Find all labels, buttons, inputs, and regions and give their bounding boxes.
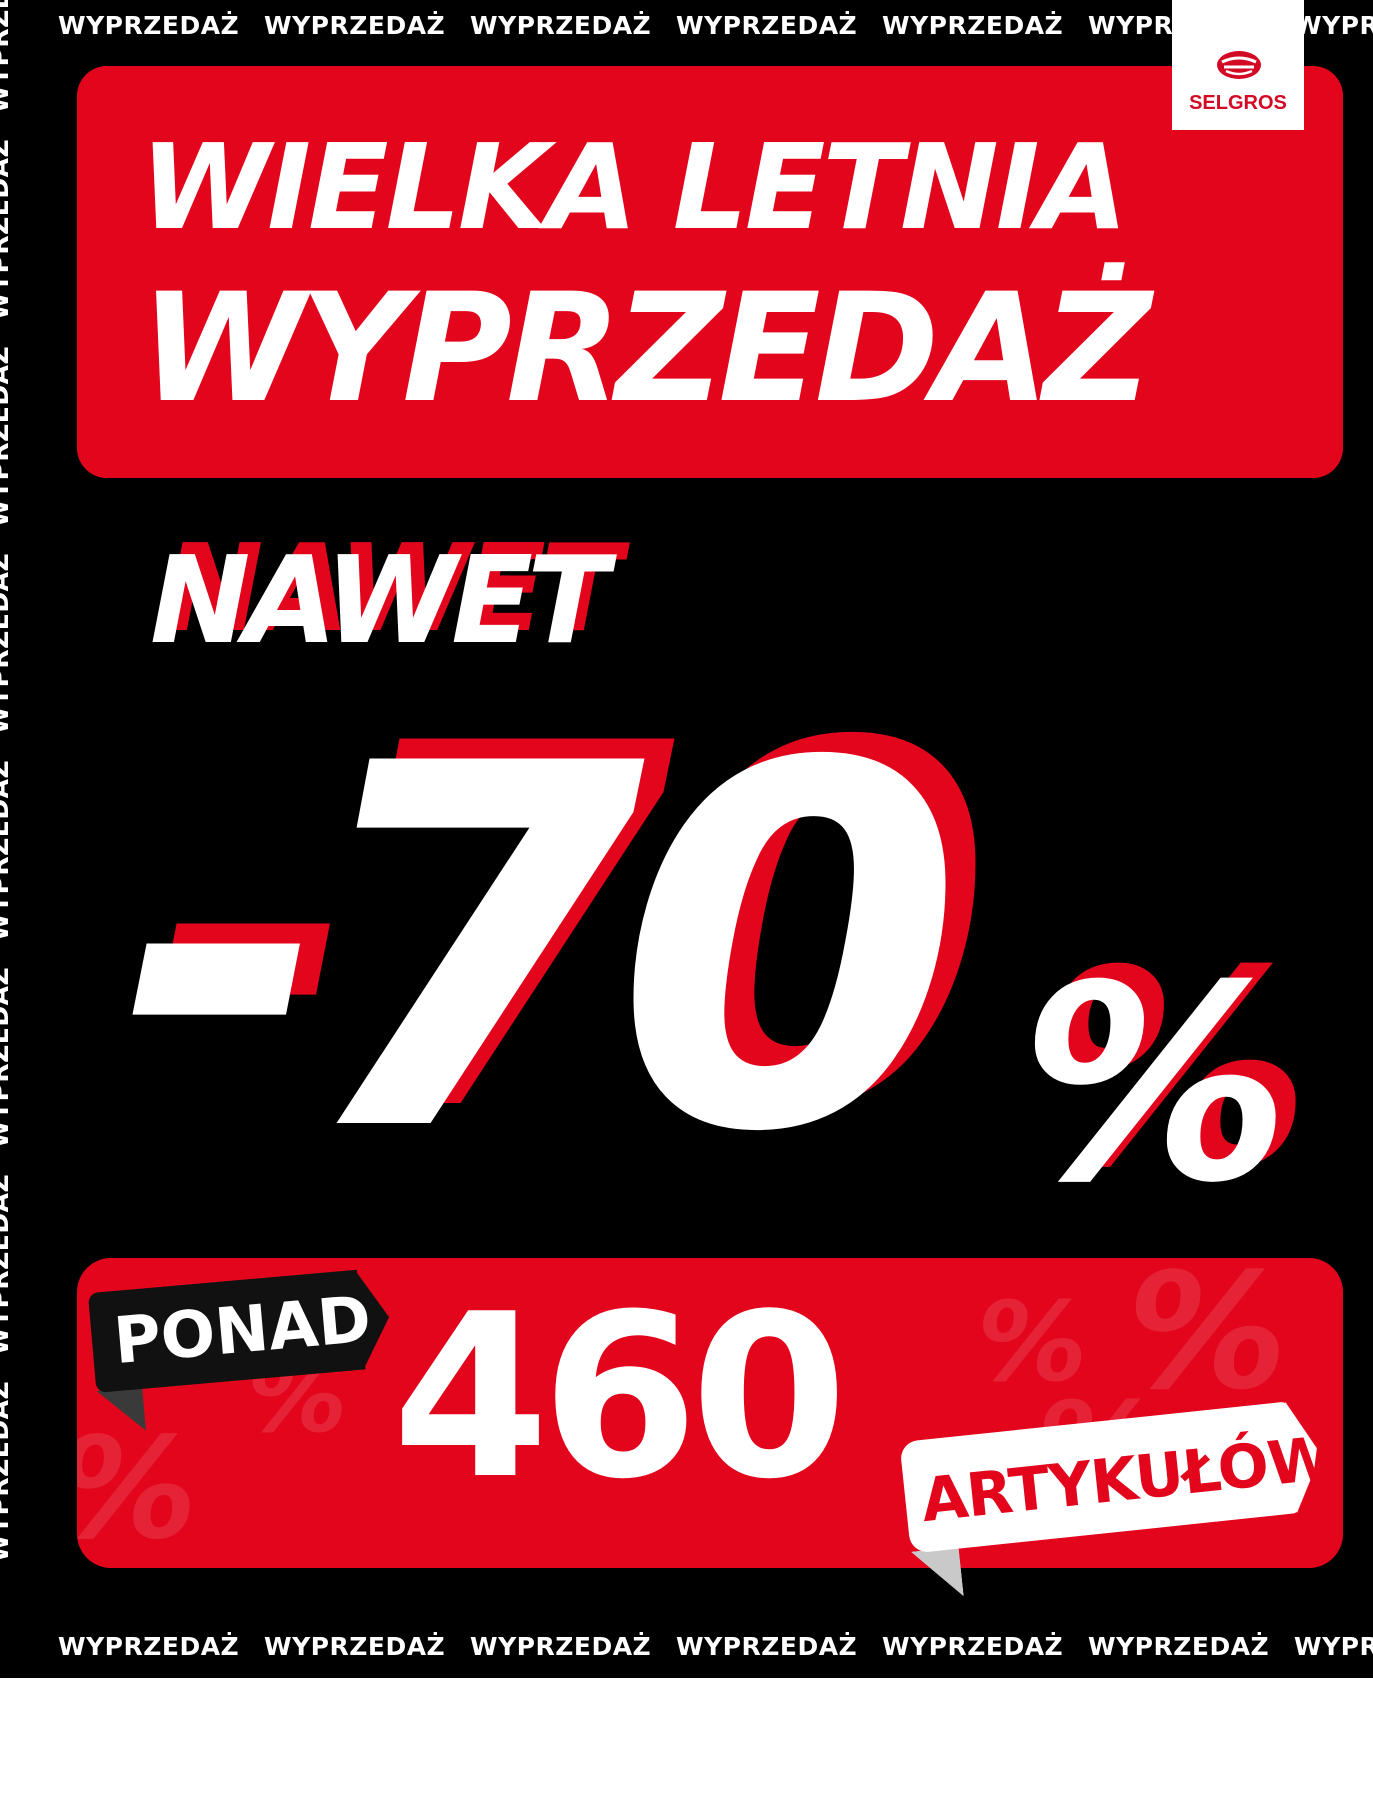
discount-value: -70: [120, 659, 963, 1241]
strip-text: WYPRZEDAŻ: [470, 11, 652, 40]
headline-line-1: WIELKA LETNIA: [140, 118, 1128, 256]
strip-text: WYPRZEDAŻ: [1294, 11, 1373, 40]
strip-text: WYPRZEDAŻ: [58, 1632, 240, 1661]
bottom-sale-strip: WYPRZEDAŻ WYPRZEDAŻ WYPRZEDAŻ WYPRZEDAŻ WYPR…: [58, 1632, 1373, 1661]
strip-text: WYPRZEDAŻ: [58, 11, 240, 40]
selgros-logo: SELGROS: [1172, 0, 1304, 130]
percent-sign: %: [1020, 927, 1291, 1242]
strip-text: WYPRZEDAŻ: [264, 11, 446, 40]
strip-text: WYPRZEDAŻ: [0, 345, 14, 528]
tag-fold: [911, 1547, 964, 1602]
strip-text: WYPRZEDAŻ: [0, 1173, 14, 1356]
strip-text: WYPRZEDAŻ: [0, 1380, 14, 1563]
sale-poster: WYPRZEDAŻ WYPRZEDAŻ WYPRZEDAŻ WYPRZEDAŻ WYPR…: [0, 0, 1373, 1678]
strip-text: WYPRZEDAŻ: [0, 966, 14, 1149]
left-sale-strip: WYPRZEDAŻ WYPRZEDAŻ WYPRZEDAŻ WYPRZEDAŻ WYPR…: [0, 0, 15, 1575]
strip-text: WYPRZEDAŻ: [0, 0, 14, 114]
strip-text: WYPRZEDAŻ: [676, 1632, 858, 1661]
strip-text: WYPRZEDAŻ: [0, 138, 14, 321]
strip-text: WYPRZEDAŻ: [1294, 1632, 1373, 1661]
strip-text: WYPRZEDAŻ: [264, 1632, 446, 1661]
strip-text: WYPRZEDAŻ: [676, 11, 858, 40]
selgros-fork-logo-icon: [1217, 51, 1261, 79]
logo-brand-text: SELGROS: [1189, 92, 1287, 114]
strip-text: WYPRZEDAŻ: [0, 552, 14, 735]
article-count-value: 460: [392, 1266, 848, 1529]
strip-text: WYPRZEDAŻ: [470, 1632, 652, 1661]
strip-text: WYPRZEDAŻ: [882, 1632, 1064, 1661]
percent-pattern-icon: %: [77, 1408, 197, 1568]
strip-text: WYPRZEDAŻ: [1088, 1632, 1270, 1661]
headline-line-2: WYPRZEDAŻ: [140, 262, 1152, 436]
strip-text: WYPRZEDAŻ: [882, 11, 1064, 40]
strip-text: WYPRZEDAŻ: [0, 759, 14, 942]
